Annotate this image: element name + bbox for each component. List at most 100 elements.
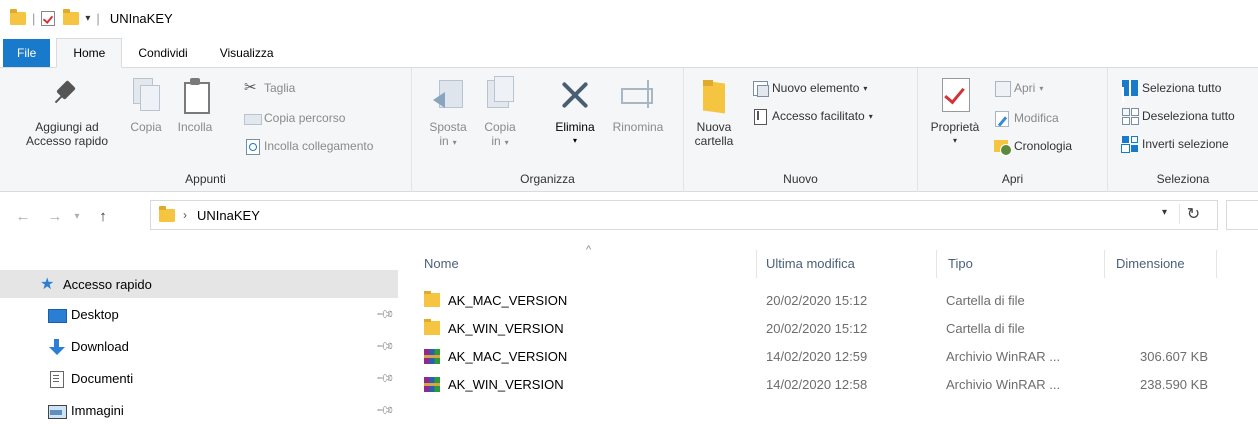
nav-item-label: Accesso rapido: [63, 276, 152, 292]
history-icon: [994, 138, 1012, 156]
invert-selection-label: Inverti selezione: [1142, 137, 1229, 151]
new-item-icon: [752, 80, 769, 97]
easy-access-button[interactable]: Accesso facilitato ▾: [752, 106, 873, 126]
column-header-size[interactable]: Dimensione: [1116, 256, 1185, 280]
copy-path-icon: [244, 110, 262, 126]
history-button[interactable]: Cronologia: [994, 136, 1072, 156]
properties-button[interactable]: Proprietà ▾: [926, 76, 984, 148]
group-open: Proprietà ▾ Apri ▾ Modifica Cronologia A…: [918, 68, 1108, 192]
column-divider[interactable]: [756, 250, 757, 278]
copy-to-label-in: in: [491, 134, 501, 148]
delete-x-icon: [558, 76, 592, 112]
properties-check-icon[interactable]: [41, 10, 56, 26]
copy-path-button[interactable]: Copia percorso: [244, 108, 345, 128]
column-header-modified[interactable]: Ultima modifica: [766, 256, 855, 280]
breadcrumb-chevron-icon[interactable]: ›: [183, 208, 187, 222]
folder-icon: [159, 205, 175, 222]
new-item-button[interactable]: Nuovo elemento ▾: [752, 78, 867, 98]
tab-view[interactable]: Visualizza: [204, 39, 290, 67]
open-icon: [994, 80, 1011, 97]
star-icon: [40, 274, 57, 294]
recent-locations-chevron-icon[interactable]: ▾: [66, 211, 88, 222]
new-folder-button[interactable]: Nuova cartella: [690, 76, 738, 148]
pin-quick-access-button[interactable]: Aggiungi ad Accesso rapido: [18, 76, 116, 148]
group-label-organize: Organizza: [520, 172, 575, 186]
customize-arrow-icon[interactable]: ▾: [85, 13, 90, 24]
file-modified: 20/02/2020 15:12: [766, 320, 868, 336]
group-label-clipboard: Appunti: [185, 172, 226, 186]
column-divider[interactable]: [1216, 250, 1217, 278]
forward-arrow-icon[interactable]: →: [44, 208, 66, 225]
winrar-icon: [424, 348, 440, 364]
copy-to-button[interactable]: Copia in ▾: [478, 76, 522, 150]
column-header-name[interactable]: Nome: [424, 256, 459, 280]
paste-link-button[interactable]: Incolla collegamento: [244, 136, 373, 156]
chevron-down-icon: ▾: [868, 111, 873, 121]
rename-button[interactable]: Rinomina: [606, 76, 670, 134]
column-divider[interactable]: [1104, 250, 1105, 278]
select-none-label: Deseleziona tutto: [1142, 109, 1235, 123]
file-name-cell: AK_WIN_VERSION: [424, 376, 564, 392]
edit-icon: [994, 110, 1010, 127]
paste-link-label: Incolla collegamento: [264, 139, 374, 153]
copy-button[interactable]: Copia: [126, 76, 166, 134]
column-header-type[interactable]: Tipo: [948, 256, 973, 280]
nav-item-images[interactable]: Immagini: [48, 396, 398, 424]
pin-icon: [50, 76, 84, 112]
edit-button[interactable]: Modifica: [994, 108, 1059, 128]
open-button[interactable]: Apri ▾: [994, 78, 1043, 98]
group-label-select: Seleziona: [1156, 172, 1210, 186]
file-name: AK_MAC_VERSION: [448, 292, 568, 308]
select-none-button[interactable]: Deseleziona tutto: [1122, 106, 1235, 126]
file-modified: 14/02/2020 12:58: [766, 376, 868, 392]
move-to-icon: [431, 76, 465, 112]
paste-label: Incolla: [177, 120, 213, 134]
group-new: Nuova cartella Nuovo elemento ▾ Accesso …: [684, 68, 918, 192]
file-row[interactable]: AK_MAC_VERSION 14/02/2020 12:59 Archivio…: [420, 342, 1220, 370]
chevron-down-icon: ▾: [572, 136, 577, 145]
history-label: Cronologia: [1014, 139, 1073, 153]
new-item-label: Nuovo elemento: [772, 81, 860, 95]
address-bar[interactable]: › UNInaKEY ▾ ↻: [150, 200, 1218, 230]
chevron-down-icon: ▾: [952, 136, 957, 145]
tab-file[interactable]: File: [3, 39, 51, 67]
navigation-pane: Accesso rapido Desktop 📌︎ Download 📌︎ Do…: [0, 260, 400, 423]
move-to-button[interactable]: Sposta in ▾: [426, 76, 470, 150]
paste-button[interactable]: Incolla: [172, 76, 218, 134]
nav-item-quick-access[interactable]: Accesso rapido: [0, 270, 398, 298]
file-row[interactable]: AK_WIN_VERSION 20/02/2020 15:12 Cartella…: [420, 314, 1220, 342]
search-input[interactable]: [1226, 200, 1258, 230]
file-row[interactable]: AK_WIN_VERSION 14/02/2020 12:58 Archivio…: [420, 370, 1220, 398]
pin-label-line2: Accesso rapido: [25, 134, 109, 148]
folder-icon: [424, 291, 440, 307]
breadcrumb-path[interactable]: UNInaKEY: [197, 208, 260, 223]
new-folder-label-line2: cartella: [694, 134, 734, 148]
group-organize: Sposta in ▾ Copia in ▾ Elimina ▾ Rinomina …: [412, 68, 684, 192]
file-row[interactable]: AK_MAC_VERSION 20/02/2020 15:12 Cartella…: [420, 286, 1220, 314]
download-icon: [48, 338, 65, 355]
tab-share[interactable]: Condividi: [122, 39, 203, 67]
new-folder-icon[interactable]: [63, 8, 80, 25]
address-dropdown-chevron-icon[interactable]: ▾: [1162, 207, 1167, 218]
file-modified: 20/02/2020 15:12: [766, 292, 868, 308]
nav-item-download[interactable]: Download: [48, 332, 398, 360]
title-bar: | ▾ | UNInaKEY: [0, 0, 1258, 36]
refresh-icon[interactable]: ↻: [1179, 204, 1207, 224]
cut-button[interactable]: Taglia: [244, 78, 295, 98]
select-all-icon: [1122, 80, 1138, 96]
easy-access-icon: [752, 108, 768, 125]
invert-selection-button[interactable]: Inverti selezione: [1122, 134, 1229, 154]
back-arrow-icon[interactable]: ←: [12, 208, 34, 225]
select-none-icon: [1122, 108, 1138, 124]
edit-label: Modifica: [1014, 111, 1059, 125]
tab-home[interactable]: Home: [56, 38, 123, 68]
folder-icon[interactable]: [10, 8, 26, 25]
move-label-line2: in ▾: [426, 134, 470, 150]
up-arrow-icon[interactable]: ↑: [92, 208, 114, 225]
delete-button[interactable]: Elimina ▾: [550, 76, 600, 148]
nav-item-documents[interactable]: Documenti: [48, 364, 398, 392]
file-size: 306.607 KB: [1140, 348, 1208, 364]
select-all-button[interactable]: Seleziona tutto: [1122, 78, 1221, 98]
column-divider[interactable]: [936, 250, 937, 278]
nav-item-desktop[interactable]: Desktop: [48, 300, 398, 328]
